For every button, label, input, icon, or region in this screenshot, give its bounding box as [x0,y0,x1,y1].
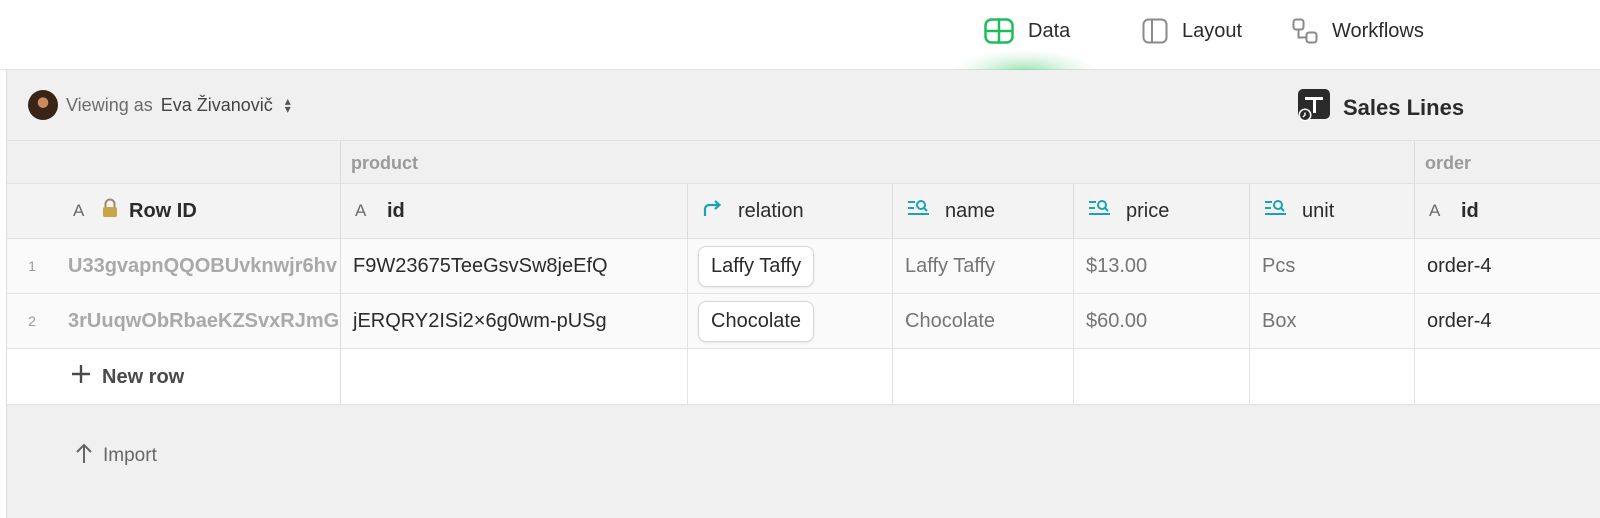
relation-cell[interactable]: Laffy Taffy [688,239,893,293]
column-header-row-id[interactable]: A Row ID [7,184,341,238]
row-number: 1 [28,258,36,274]
table-title: Sales Lines [1297,88,1464,128]
data-editor: Viewing as Eva Živanovič ▴ ▾ Sales Lines … [6,70,1600,518]
column-header-label: price [1126,199,1170,222]
group-label-product: product [351,153,418,173]
order-id-cell[interactable]: order-4 [1415,294,1600,348]
name-cell[interactable]: Laffy Taffy [893,239,1074,293]
column-group-row: product order [7,140,1600,184]
product-id-cell[interactable]: F9W23675TeeGsvSw8jeEfQ [341,239,688,293]
arrow-up-icon [75,442,93,470]
unit-cell[interactable]: Pcs [1250,239,1415,293]
new-row-cell [893,349,1074,404]
column-header-product-id[interactable]: A id [341,184,688,238]
product-id-cell[interactable]: jERQRY2ISi2×6g0wm-pUSg [341,294,688,348]
column-header-relation[interactable]: relation [688,184,893,238]
order-id-cell[interactable]: order-4 [1415,239,1600,293]
table-row[interactable]: 2 3rUuqwObRbaeKZSvxRJmG jERQRY2ISi2×6g0w… [7,294,1600,349]
new-row-cell [1074,349,1250,404]
table-icon [1297,88,1331,128]
row-number: 2 [28,313,36,329]
group-label-order: order [1425,153,1472,173]
chevron-updown-icon: ▴ ▾ [284,94,291,116]
text-type-icon: A [1429,201,1441,220]
tab-data[interactable]: Data [984,14,1070,48]
plus-icon [70,363,92,391]
viewing-as-selector[interactable]: Viewing as Eva Živanovič ▴ ▾ [28,90,291,120]
active-tab-glow [955,50,1095,72]
text-type-icon: A [73,201,85,220]
new-row-bar: New row [7,349,1600,405]
tab-layout[interactable]: Layout [1142,14,1242,48]
lookup-icon [907,199,931,223]
column-header-label: name [945,199,996,222]
new-row-button[interactable]: New row [70,363,184,391]
column-header-name[interactable]: name [893,184,1074,238]
column-header-row: A Row ID A id relation name price unit A… [7,184,1600,239]
new-row-label: New row [102,365,185,388]
relation-cell[interactable]: Chocolate [688,294,893,348]
viewing-as-user: Eva Živanovič [160,94,273,115]
new-row-cell [1250,349,1415,404]
unit-cell[interactable]: Box [1250,294,1415,348]
new-row-cell [688,349,893,404]
layout-icon [1142,18,1168,44]
group-divider [340,141,341,183]
column-header-label: id [387,199,405,222]
avatar [28,90,58,120]
relation-chip[interactable]: Laffy Taffy [698,245,815,287]
column-header-label: id [1461,199,1479,222]
tab-layout-label: Layout [1182,19,1243,42]
price-cell[interactable]: $60.00 [1074,294,1250,348]
table-icon [984,18,1014,44]
column-header-label: relation [738,199,804,222]
row-id-cell[interactable]: U33gvapnQQOBUvknwjr6hv [68,239,341,293]
table-row[interactable]: 1 U33gvapnQQOBUvknwjr6hv F9W23675TeeGsvS… [7,239,1600,294]
column-header-label: Row ID [129,199,197,222]
tab-workflows-label: Workflows [1332,19,1424,42]
relation-icon [702,198,724,224]
name-cell[interactable]: Chocolate [893,294,1074,348]
relation-chip[interactable]: Chocolate [698,300,815,342]
lock-icon [101,198,119,224]
import-label: Import [103,445,157,466]
import-button[interactable]: Import [75,442,157,470]
column-header-unit[interactable]: unit [1250,184,1415,238]
tab-workflows[interactable]: Workflows [1292,14,1424,48]
table-title-label: Sales Lines [1343,95,1465,120]
column-header-order-id[interactable]: A id [1415,184,1600,238]
group-divider [1414,141,1415,183]
row-id-cell[interactable]: 3rUuqwObRbaeKZSvxRJmG [68,294,341,348]
column-header-label: unit [1302,199,1335,222]
column-header-price[interactable]: price [1074,184,1250,238]
lookup-icon [1088,199,1112,223]
top-nav: Data Layout Workflows [0,0,1600,72]
tab-data-label: Data [1028,19,1071,42]
lookup-icon [1264,199,1288,223]
new-row-cell [341,349,688,404]
data-grid: product order A Row ID A id relation nam… [7,140,1600,405]
workflows-icon [1292,18,1318,44]
text-type-icon: A [355,201,367,220]
price-cell[interactable]: $13.00 [1074,239,1250,293]
viewing-as-prefix: Viewing as [66,94,153,115]
